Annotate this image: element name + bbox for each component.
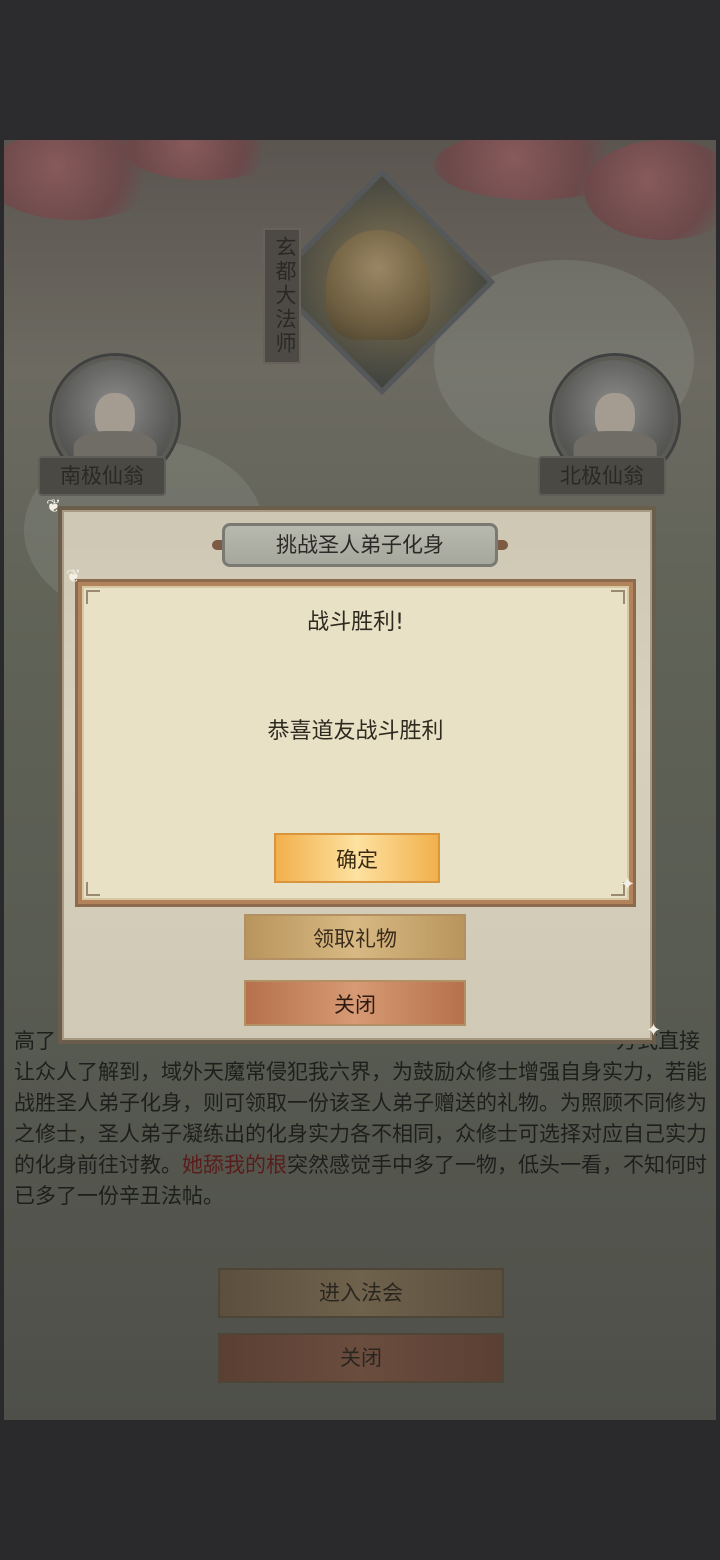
claim-gift-button[interactable]: 领取礼物 <box>244 914 466 960</box>
right-figure-name: 北极仙翁 <box>538 456 666 496</box>
bottom-bar <box>0 1420 720 1560</box>
dialog-corner <box>86 882 100 896</box>
butterfly-icon: ✦ <box>620 874 636 895</box>
main-figure-name: 玄都大法师 <box>263 228 301 364</box>
left-figure-name: 南极仙翁 <box>38 456 166 496</box>
story-text: 高了 方式直接让众人了解到，域外天魔常侵犯我六界，为鼓励众修士增强自身实力，若能战… <box>14 1026 716 1212</box>
main-figure-portrait <box>326 230 430 340</box>
dialog-message: 恭喜道友战斗胜利 <box>267 719 444 744</box>
panel-close-button[interactable]: 关闭 <box>244 980 466 1026</box>
scene-close-button[interactable]: 关闭 <box>218 1333 504 1383</box>
enter-event-button[interactable]: 进入法会 <box>218 1268 504 1318</box>
butterfly-icon: ✦ <box>646 1020 662 1041</box>
top-bar <box>0 0 720 140</box>
confirm-button[interactable]: 确定 <box>274 833 440 883</box>
dialog-corner <box>611 590 625 604</box>
butterfly-icon: ❦ <box>66 566 82 587</box>
story-text-highlight: 她舔我的根 <box>182 1153 287 1177</box>
story-text-prefix: 高了 <box>14 1029 56 1053</box>
panel-title: 挑战圣人弟子化身 <box>276 533 444 557</box>
butterfly-icon: ❦ <box>46 496 62 517</box>
dialog-title: 战斗胜利! <box>307 610 404 635</box>
dialog-corner <box>86 590 100 604</box>
